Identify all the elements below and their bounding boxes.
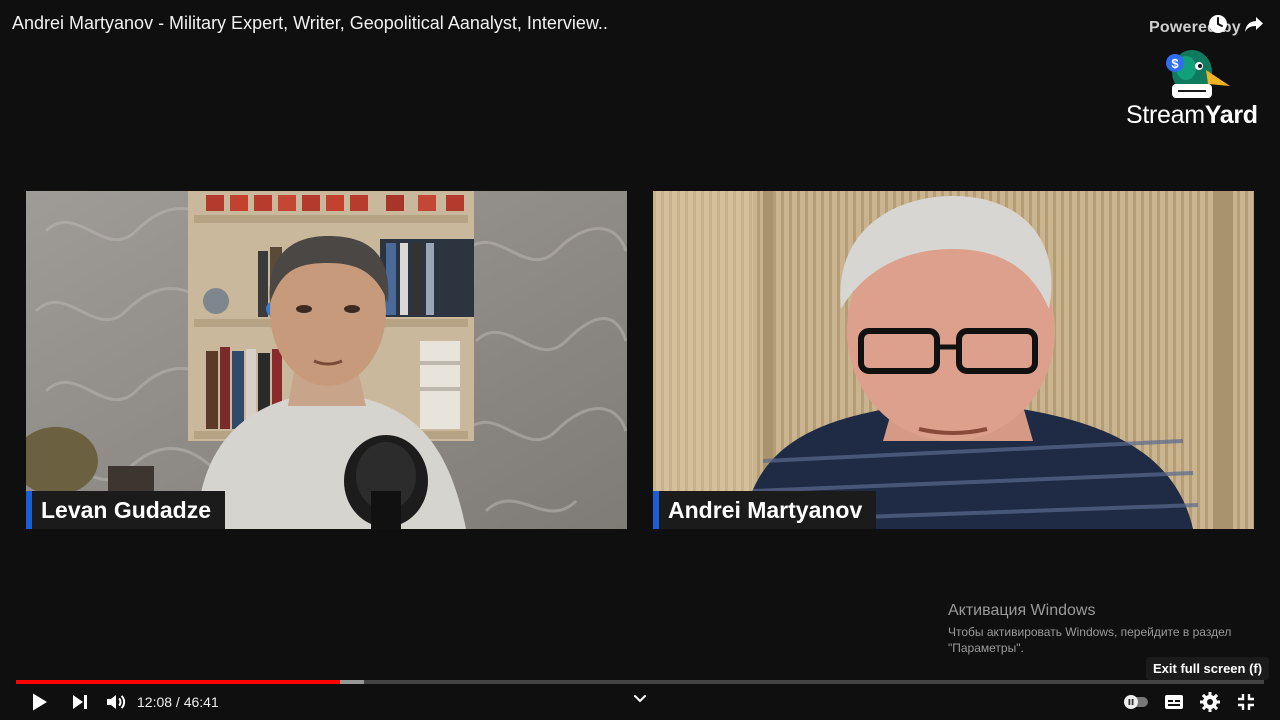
participant-tile-left: Levan Gudadze — [26, 191, 627, 529]
participant-video-left — [26, 191, 627, 529]
time-separator: / — [172, 694, 184, 710]
streamyard-wordmark: StreamYard — [1126, 101, 1258, 130]
exit-fullscreen-icon[interactable] — [1234, 690, 1258, 714]
windows-activation-watermark: Активация Windows Чтобы активировать Win… — [948, 602, 1231, 656]
clock-icon[interactable] — [1206, 12, 1230, 36]
captions-icon[interactable] — [1162, 690, 1186, 714]
exit-fullscreen-tooltip: Exit full screen (f) — [1146, 657, 1270, 680]
participant-video-right — [653, 191, 1254, 529]
video-title[interactable]: Andrei Martyanov - Military Expert, Writ… — [12, 13, 608, 34]
current-time: 12:08 — [137, 694, 173, 710]
share-icon[interactable] — [1242, 12, 1266, 36]
volume-icon[interactable] — [104, 690, 128, 714]
svg-text:$: $ — [1171, 56, 1179, 71]
logo-word-stream: Stream — [1126, 101, 1205, 129]
progress-bar[interactable] — [16, 680, 1264, 684]
activation-title: Активация Windows — [948, 602, 1096, 619]
duck-logo-icon: $ — [1166, 50, 1230, 98]
gear-icon[interactable] — [1198, 690, 1222, 714]
next-icon[interactable] — [68, 690, 92, 714]
participant-tile-right: Andrei Martyanov — [653, 191, 1254, 529]
participant-nameplate-left: Levan Gudadze — [26, 491, 225, 529]
play-icon[interactable] — [27, 690, 51, 714]
participant-nameplate-right: Andrei Martyanov — [653, 491, 877, 529]
logo-word-yard: Yard — [1204, 101, 1258, 129]
autoplay-toggle-icon[interactable] — [1122, 690, 1150, 714]
duration: 46:41 — [183, 694, 219, 710]
chevron-down-icon[interactable] — [631, 690, 649, 708]
time-display: 12:08 / 46:41 — [137, 694, 219, 710]
activation-line-2: "Параметры". — [948, 641, 1024, 655]
streamyard-logo: $ StreamYard — [1126, 46, 1266, 130]
progress-played — [16, 680, 340, 684]
activation-line-1: Чтобы активировать Windows, перейдите в … — [948, 625, 1232, 639]
